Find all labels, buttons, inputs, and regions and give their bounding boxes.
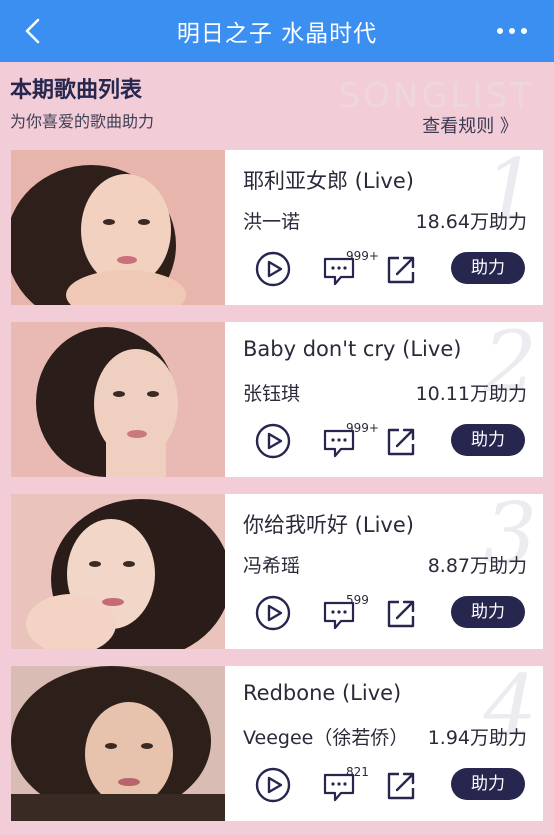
singer-photo <box>11 494 225 649</box>
vote-count: 1.94万助力 <box>427 727 527 749</box>
song-title: Redbone (Live) <box>243 681 402 705</box>
comment-count: 821 <box>346 765 369 779</box>
support-button[interactable]: 助力 <box>451 596 525 628</box>
comment-count: 599 <box>346 593 369 607</box>
support-button[interactable]: 助力 <box>451 424 525 456</box>
comment-count: 999+ <box>346 249 379 263</box>
songlist-watermark: SONGLIST <box>338 76 534 116</box>
top-bar: 明日之子 水晶时代 <box>0 0 554 62</box>
play-icon[interactable] <box>255 251 291 287</box>
support-button[interactable]: 助力 <box>451 252 525 284</box>
song-title: 耶利亚女郎 (Live) <box>243 169 414 193</box>
section-title: 本期歌曲列表 <box>10 78 143 103</box>
singer-photo <box>11 150 225 305</box>
support-button[interactable]: 助力 <box>451 768 525 800</box>
vote-count: 10.11万助力 <box>415 383 527 405</box>
more-icon[interactable] <box>492 18 532 44</box>
play-icon[interactable] <box>255 767 291 803</box>
singer-name: 冯希瑶 <box>243 555 301 577</box>
song-list-header: SONGLIST 本期歌曲列表 为你喜爱的歌曲助力 查看规则 》 <box>0 62 554 148</box>
song-card[interactable]: 2 Baby don't cry (Live) 张钰琪 10.11万助力 999… <box>11 322 543 477</box>
share-icon[interactable] <box>385 426 417 458</box>
song-card[interactable]: 1 耶利亚女郎 (Live) 洪一诺 18.64万助力 999+ 助力 <box>11 150 543 305</box>
section-subtitle: 为你喜爱的歌曲助力 <box>10 112 155 131</box>
play-icon[interactable] <box>255 595 291 631</box>
comment-count: 999+ <box>346 421 379 435</box>
share-icon[interactable] <box>385 598 417 630</box>
singer-name: Veegee（徐若侨） <box>243 727 409 749</box>
singer-photo <box>11 666 225 821</box>
share-icon[interactable] <box>385 770 417 802</box>
song-title: 你给我听好 (Live) <box>243 513 414 537</box>
view-rules-link[interactable]: 查看规则 》 <box>422 112 518 138</box>
vote-count: 18.64万助力 <box>415 211 527 233</box>
vote-count: 8.87万助力 <box>427 555 527 577</box>
page-title: 明日之子 水晶时代 <box>176 21 378 47</box>
singer-name: 张钰琪 <box>243 383 301 405</box>
singer-photo <box>11 322 225 477</box>
singer-name: 洪一诺 <box>243 211 301 233</box>
song-card[interactable]: 4 Redbone (Live) Veegee（徐若侨） 1.94万助力 821… <box>11 666 543 821</box>
song-title: Baby don't cry (Live) <box>243 337 462 361</box>
play-icon[interactable] <box>255 423 291 459</box>
share-icon[interactable] <box>385 254 417 286</box>
song-card[interactable]: 3 你给我听好 (Live) 冯希瑶 8.87万助力 599 助力 <box>11 494 543 649</box>
